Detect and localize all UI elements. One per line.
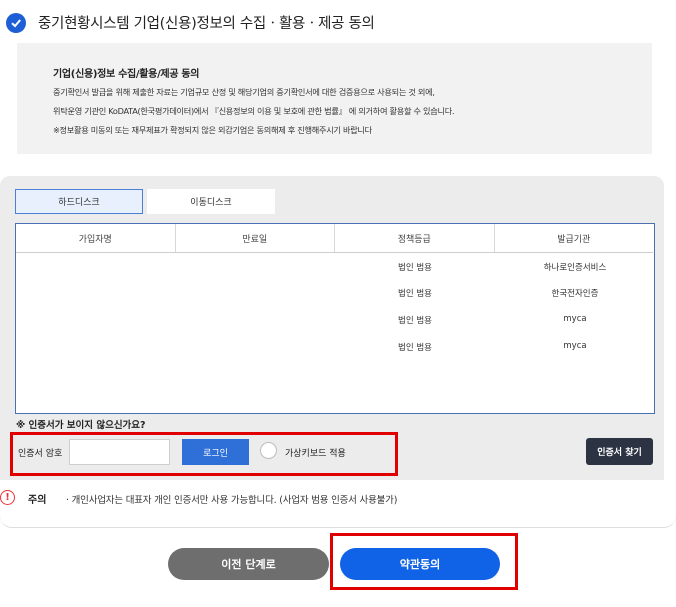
notice-line: 위탁운영 기관인 KoDATA(한국평가데이터)에서 『신용정보의 이용 및 보… — [53, 106, 455, 116]
cert-policy: 법인 범용 — [398, 263, 432, 273]
cert-issuer: myca — [563, 314, 587, 324]
tab-removable-disk[interactable]: 이동디스크 — [147, 189, 275, 214]
prev-step-button[interactable]: 이전 단계로 — [168, 548, 329, 580]
warning-label: 주의 — [28, 495, 47, 506]
password-label: 인증서 암호 — [18, 449, 63, 459]
cert-issuer: 한국전자인증 — [551, 289, 599, 299]
column-header-issuer: 발급기관 — [557, 234, 591, 245]
cert-issuer: 하나로인증서비스 — [543, 263, 607, 273]
check-circle-icon — [6, 13, 26, 33]
cert-policy: 법인 범용 — [398, 289, 432, 299]
warning-text: · 개인사업자는 대표자 개인 인증서만 사용 가능합니다. (사업자 범용 인… — [66, 495, 398, 506]
login-button[interactable]: 로그인 — [182, 439, 249, 465]
exclamation-circle-icon: ! — [0, 490, 15, 505]
column-header-policy: 정책등급 — [335, 224, 495, 252]
consent-notice-box: 기업(신용)정보 수집/활용/제공 동의 중기확인서 발급을 위해 제출한 자료… — [17, 43, 652, 154]
notice-line: 중기확인서 발급을 위해 제출한 자료는 기업규모 산정 및 해당기업의 중기확… — [53, 87, 435, 97]
cert-policy: 법인 범용 — [398, 316, 432, 326]
notice-line: ※정보활용 미동의 또는 재무제표가 확정되지 않은 외감기업은 동의해제 후 … — [53, 125, 372, 135]
cert-not-found-link[interactable]: ※ 인증서가 보이지 않으신가요? — [16, 417, 146, 431]
cert-password-input[interactable] — [69, 439, 170, 465]
cert-policy: 법인 범용 — [398, 343, 432, 353]
column-header-expiry: 만료일 — [176, 224, 335, 252]
certificate-table-header: 가입자명 만료일 정책등급 발급기관 — [16, 224, 653, 253]
find-cert-button[interactable]: 인증서 찾기 — [586, 438, 653, 465]
column-header-name: 가입자명 — [16, 224, 176, 252]
notice-title: 기업(신용)정보 수집/활용/제공 동의 — [53, 69, 200, 80]
agree-terms-button[interactable]: 약관동의 — [340, 548, 500, 580]
cert-issuer: myca — [563, 341, 587, 351]
virtual-keyboard-label[interactable]: 가상키보드 적용 — [285, 446, 346, 459]
tab-hard-disk[interactable]: 하드디스크 — [15, 189, 143, 214]
page-title: 중기현황시스템 기업(신용)정보의 수집ㆍ활용ㆍ제공 동의 — [38, 16, 375, 32]
virtual-keyboard-radio[interactable] — [260, 442, 277, 459]
